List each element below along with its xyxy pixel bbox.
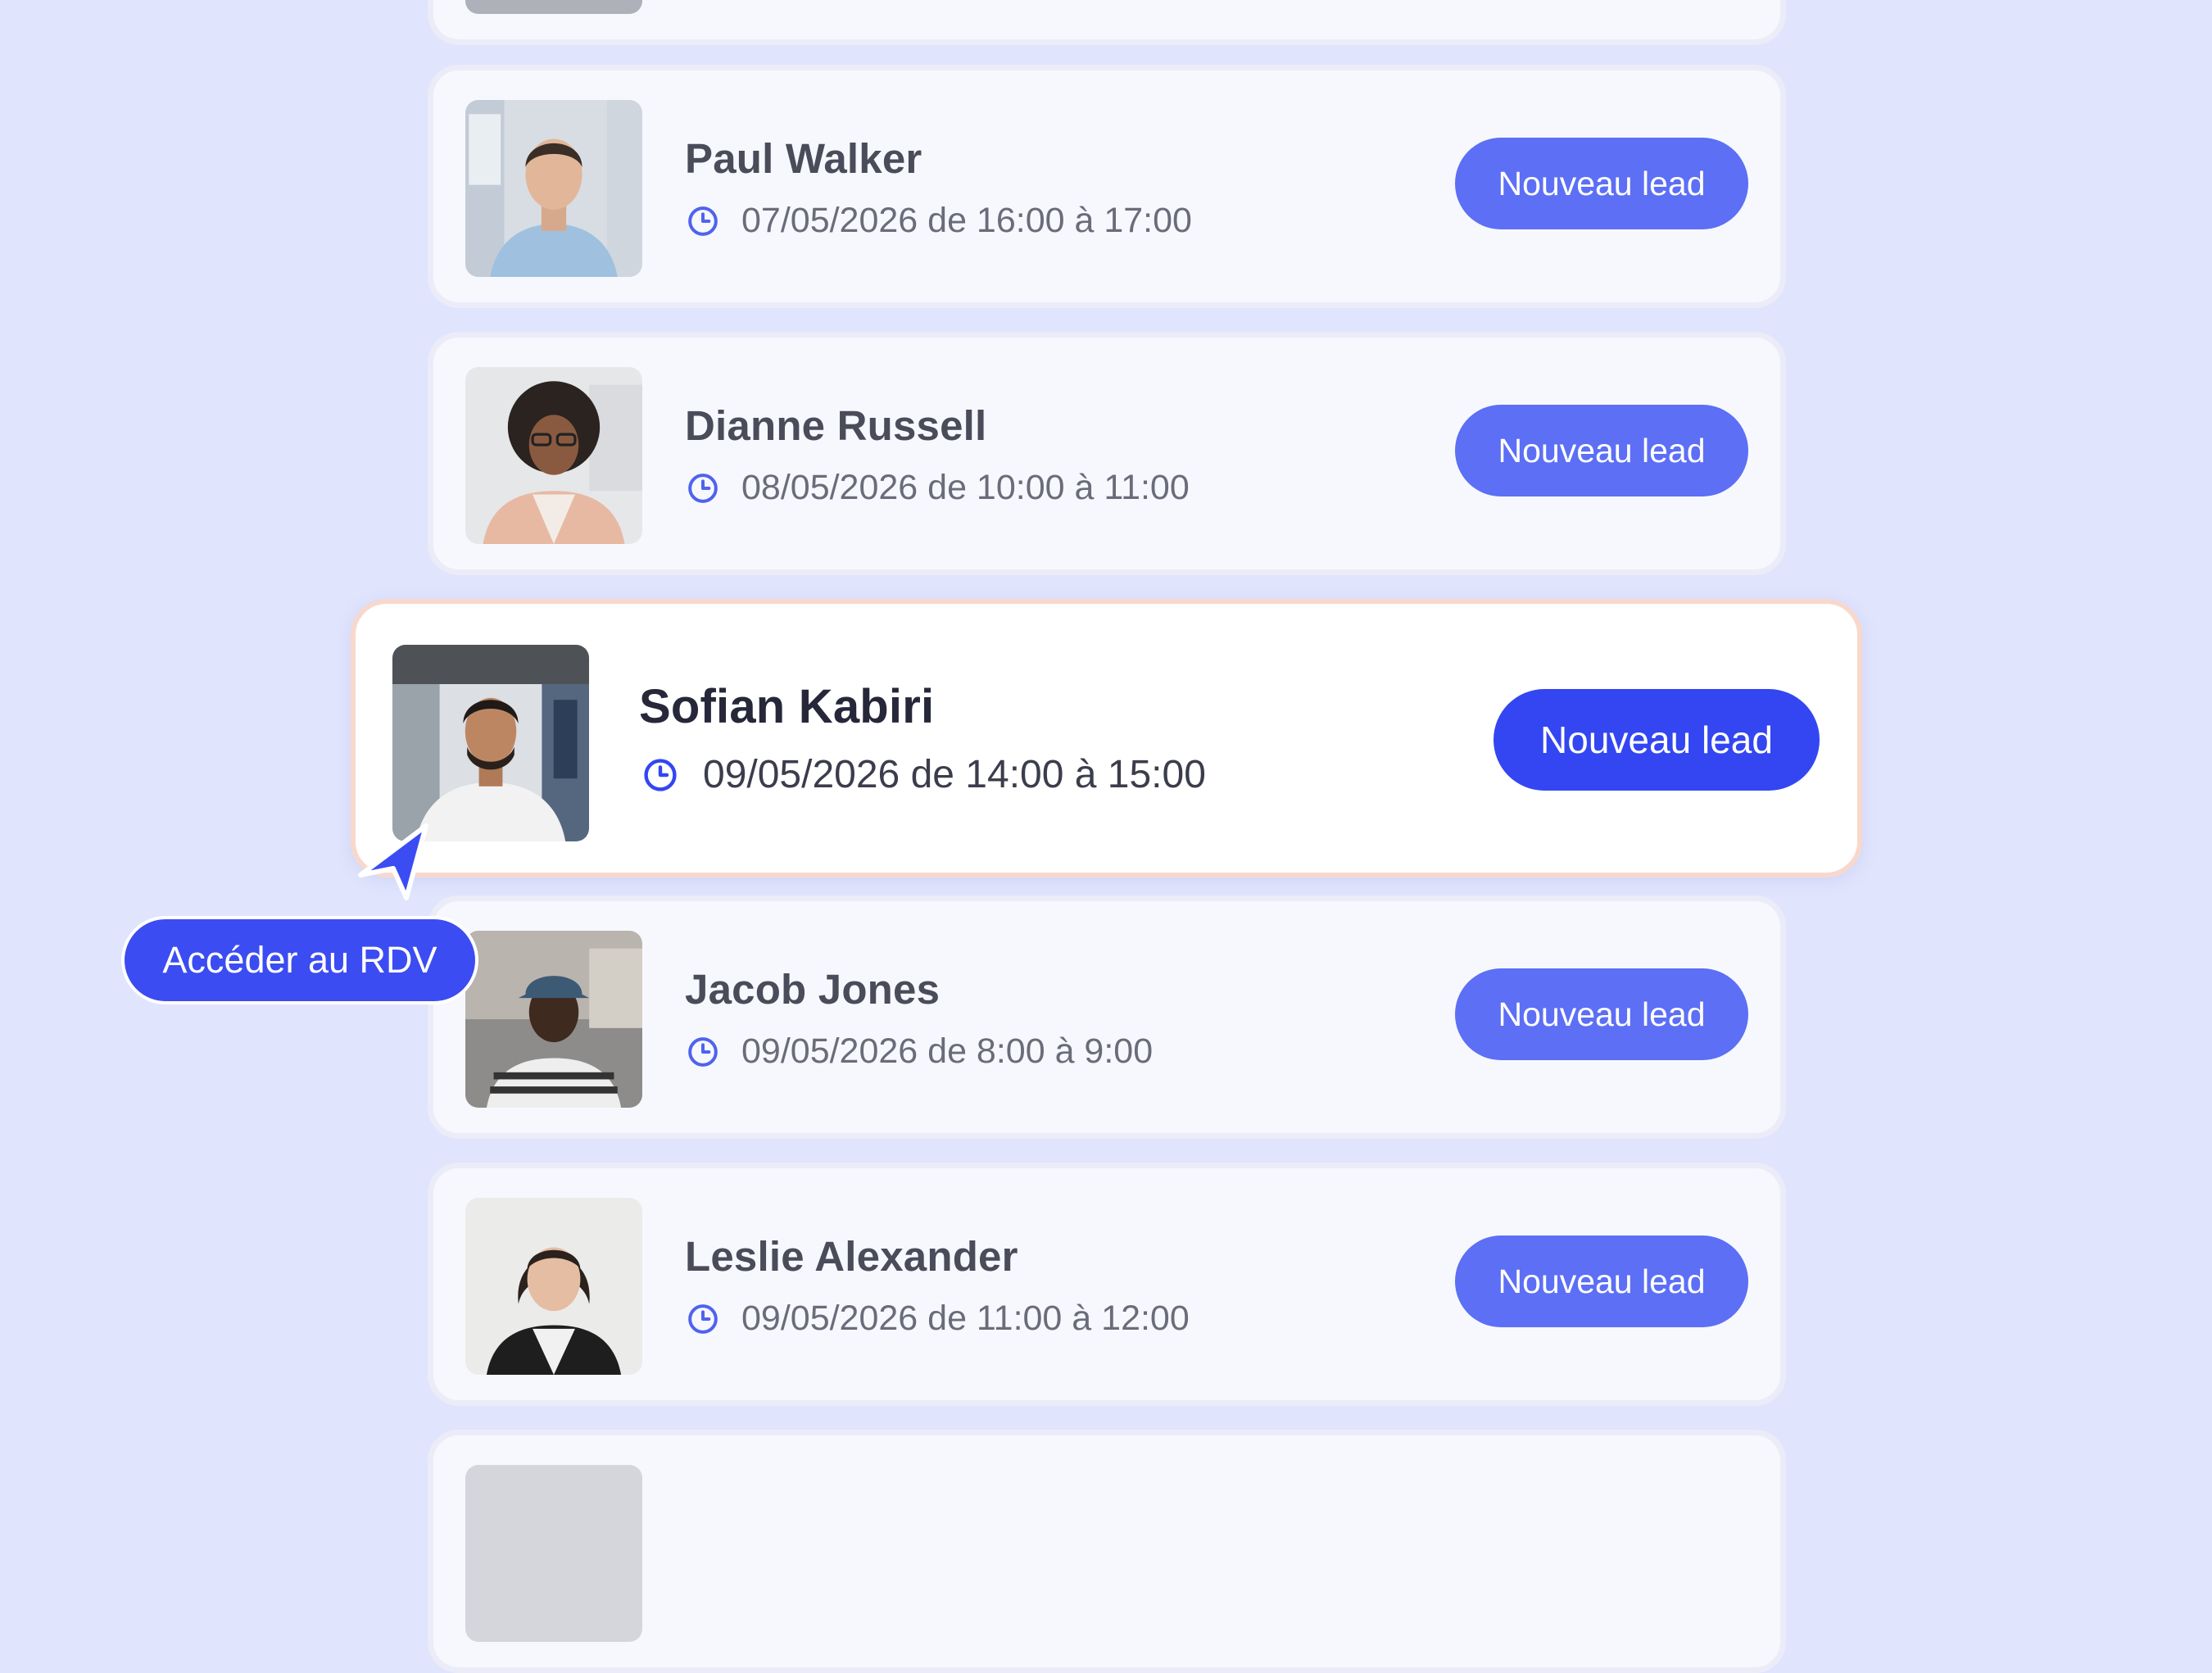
contact-photo (465, 0, 642, 14)
clock-icon (687, 1303, 719, 1335)
contact-name: Paul Walker (685, 135, 922, 182)
new-lead-button[interactable]: Nouveau lead (1455, 1235, 1748, 1327)
appointment-card[interactable]: Paul Walker 07/05/2026 de 16:00 à 17:00 … (428, 65, 1786, 308)
appointment-time: 07/05/2026 de 16:00 à 17:00 (687, 201, 1192, 241)
appointment-datetime: 09/05/2026 de 14:00 à 15:00 (703, 753, 1206, 796)
clock-icon (687, 205, 719, 238)
new-lead-button[interactable]: Nouveau lead (1455, 968, 1748, 1060)
contact-photo (465, 367, 642, 544)
open-appointment-tooltip[interactable]: Accéder au RDV (121, 916, 478, 1004)
appointment-card-partial-top[interactable] (428, 0, 1786, 45)
contact-photo (465, 1465, 642, 1642)
contact-photo (465, 100, 642, 277)
contact-photo (392, 645, 589, 841)
appointment-datetime: 07/05/2026 de 16:00 à 17:00 (741, 201, 1192, 240)
contact-photo (465, 1198, 642, 1375)
contact-name: Dianne Russell (685, 402, 987, 449)
appointment-time: 09/05/2026 de 8:00 à 9:00 (687, 1031, 1153, 1072)
clock-icon (642, 757, 678, 793)
new-lead-button[interactable]: Nouveau lead (1455, 405, 1748, 496)
appointment-card[interactable]: Leslie Alexander 09/05/2026 de 11:00 à 1… (428, 1163, 1786, 1406)
cursor-arrow-icon (352, 818, 434, 908)
appointment-time: 08/05/2026 de 10:00 à 11:00 (687, 468, 1190, 508)
appointment-datetime: 09/05/2026 de 11:00 à 12:00 (741, 1299, 1190, 1338)
contact-photo (465, 931, 642, 1108)
appointment-time: 09/05/2026 de 11:00 à 12:00 (687, 1299, 1190, 1339)
clock-icon (687, 1036, 719, 1068)
appointment-datetime: 09/05/2026 de 8:00 à 9:00 (741, 1031, 1154, 1071)
appointment-card-highlighted[interactable]: Sofian Kabiri 09/05/2026 de 14:00 à 15:0… (351, 599, 1862, 877)
clock-icon (687, 472, 719, 505)
new-lead-button[interactable]: Nouveau lead (1455, 138, 1748, 229)
appointment-card[interactable]: Jacob Jones 09/05/2026 de 8:00 à 9:00 No… (428, 895, 1786, 1139)
appointment-card-partial-bottom[interactable] (428, 1430, 1786, 1673)
contact-name: Sofian Kabiri (639, 680, 935, 733)
appointment-time: 09/05/2026 de 14:00 à 15:00 (642, 752, 1206, 797)
appointment-card[interactable]: Dianne Russell 08/05/2026 de 10:00 à 11:… (428, 332, 1786, 575)
contact-name: Leslie Alexander (685, 1233, 1018, 1280)
appointment-datetime: 08/05/2026 de 10:00 à 11:00 (741, 468, 1190, 507)
new-lead-button[interactable]: Nouveau lead (1494, 689, 1820, 791)
contact-name: Jacob Jones (685, 966, 941, 1013)
